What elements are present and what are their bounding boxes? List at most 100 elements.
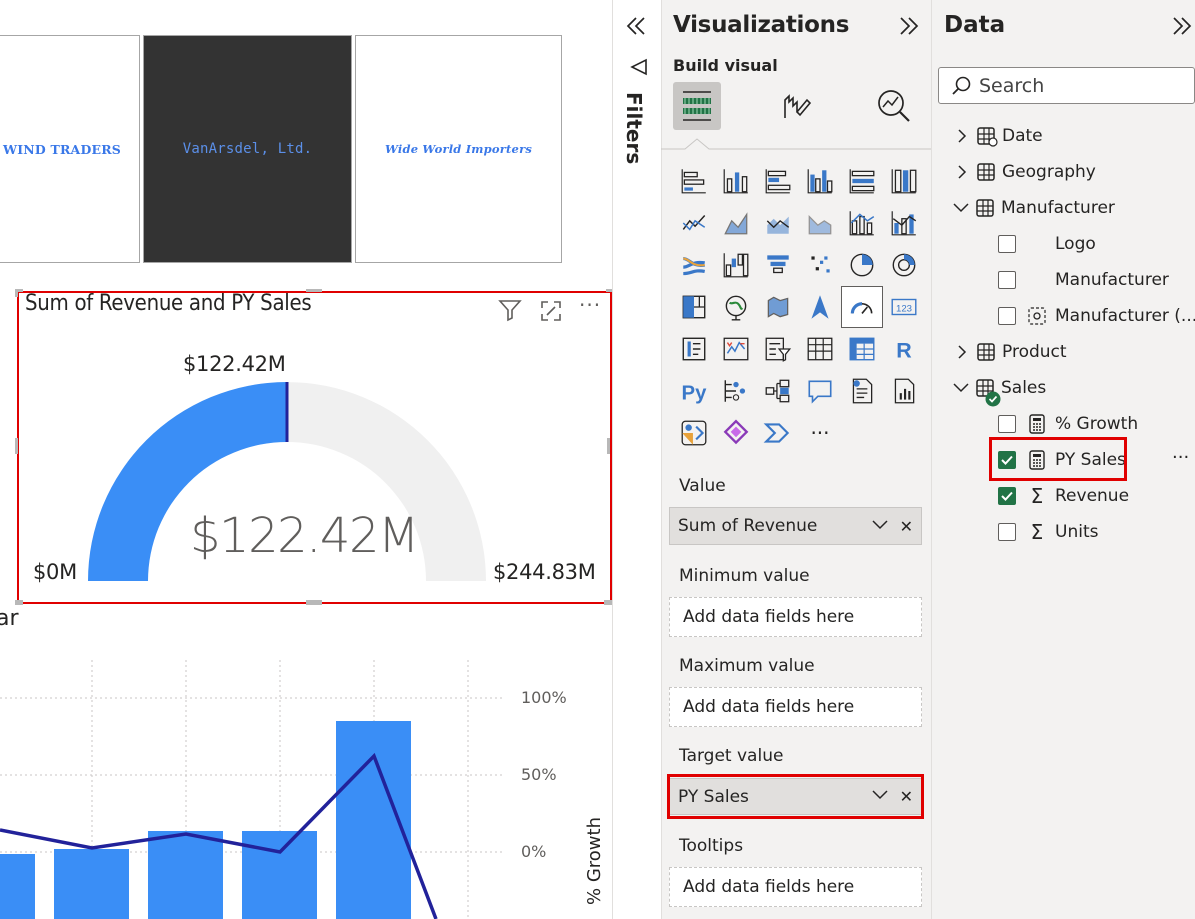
line-area-icon[interactable] [799,202,841,244]
clustered-column-icon[interactable] [799,160,841,202]
narrative-icon[interactable] [841,370,883,412]
card-icon[interactable]: 123 [883,286,925,328]
qa-icon[interactable] [799,370,841,412]
azure-map-icon[interactable] [799,286,841,328]
table-geography[interactable]: Geography [955,156,1096,188]
kpi-icon[interactable] [715,328,757,370]
field-checkbox[interactable] [998,271,1016,289]
stacked-column-icon[interactable] [715,160,757,202]
filled-map-icon[interactable] [757,286,799,328]
field-checkbox[interactable] [998,415,1016,433]
build-visual-tab[interactable] [673,82,721,130]
field-growth[interactable]: % Growth [1027,408,1138,440]
field-checkbox[interactable] [998,523,1016,541]
expand-double-chevron-icon[interactable] [897,14,921,42]
gauge-icon[interactable] [841,286,883,328]
gauge-target-label: $122.42M [183,352,286,376]
100-bar-icon[interactable] [841,160,883,202]
line-clustered-column-icon[interactable] [883,202,925,244]
well-placeholder: Add data fields here [683,877,855,897]
waterfall-icon[interactable] [715,244,757,286]
slicer-icon[interactable] [757,328,799,370]
table-product[interactable]: Product [955,336,1067,368]
build-visual-icon [683,91,711,121]
map-icon[interactable] [715,286,757,328]
ribbon-chart-icon[interactable] [673,244,715,286]
clustered-bar-icon[interactable] [757,160,799,202]
power-bi-icon[interactable] [757,412,799,454]
donut-chart-icon[interactable] [883,244,925,286]
chevron-down-icon[interactable] [871,515,889,538]
field-logo[interactable]: Logo [1055,228,1096,260]
matrix-icon[interactable] [841,328,883,370]
100-column-icon[interactable] [883,160,925,202]
treemap-icon[interactable] [673,286,715,328]
table-icon[interactable] [799,328,841,370]
value-field-well[interactable]: Sum of Revenue ✕ [669,507,922,545]
field-manufacturer-hierarchy[interactable]: Manufacturer (... [1027,300,1195,332]
highlight-box [989,437,1127,481]
stacked-area-icon[interactable] [757,202,799,244]
pie-chart-icon[interactable] [841,244,883,286]
line-column-icon[interactable] [841,202,883,244]
table-used-icon [975,377,1001,407]
funnel-icon[interactable] [757,244,799,286]
format-paintbrush-icon [784,94,812,118]
multi-row-card-icon[interactable] [673,328,715,370]
field-name: Units [1055,522,1099,542]
stacked-bar-icon[interactable] [673,160,715,202]
decomposition-tree-icon[interactable] [757,370,799,412]
well-placeholder: Add data fields here [683,607,855,627]
date-table-icon [977,127,998,147]
field-checkbox[interactable] [998,235,1016,253]
table-name: Product [1002,342,1067,362]
field-revenue[interactable]: Σ Revenue [1027,480,1129,512]
table-sales[interactable]: Sales [952,372,1046,407]
visual-type-gallery: 123 R Py ··· [673,160,917,454]
table-name: Geography [1002,162,1096,182]
well-label-minimum: Minimum value [679,566,810,586]
sigma-icon: Σ [1030,484,1044,508]
format-visual-tab[interactable] [771,82,819,130]
table-date[interactable]: Date [955,120,1043,152]
table-name: Manufacturer [1001,198,1115,218]
expand-double-chevron-icon[interactable] [1170,14,1194,42]
r-visual-icon[interactable]: R [883,328,925,370]
data-title: Data [944,12,1006,38]
field-name: Revenue [1055,486,1130,506]
table-icon [977,163,995,181]
minimum-value-well[interactable]: Add data fields here [669,597,922,637]
well-label-tooltips: Tooltips [679,836,744,856]
chevron-right-icon [958,345,967,359]
power-apps-icon[interactable] [673,412,715,454]
tooltips-well[interactable]: Add data fields here [669,867,922,907]
svg-text:Py: Py [682,383,708,405]
filters-label[interactable]: Filters [622,92,646,172]
maximum-value-well[interactable]: Add data fields here [669,687,922,727]
svg-text:123: 123 [896,303,912,314]
scatter-icon[interactable] [799,244,841,286]
combo-chart-title: ar [0,606,19,631]
remove-field-icon[interactable]: ✕ [900,517,913,536]
python-visual-icon[interactable]: Py [673,370,715,412]
hierarchy-icon [1028,307,1046,325]
table-manufacturer[interactable]: Manufacturer [952,192,1115,224]
chevron-down-icon [953,383,969,393]
field-checkbox-checked[interactable] [998,487,1016,505]
collapse-double-chevron-icon[interactable] [624,14,648,42]
field-units[interactable]: Σ Units [1027,516,1099,548]
power-automate-icon[interactable] [715,412,757,454]
analytics-magnifier-icon [878,90,910,122]
analytics-tab[interactable] [870,82,918,130]
well-field-name: Sum of Revenue [678,516,818,536]
field-checkbox[interactable] [998,307,1016,325]
data-search-input[interactable]: Search [938,67,1195,104]
line-chart-icon[interactable] [673,202,715,244]
area-chart-icon[interactable] [715,202,757,244]
paginated-report-icon[interactable] [883,370,925,412]
bar [54,849,129,919]
more-visuals-icon[interactable]: ··· [799,412,841,454]
field-more-options[interactable]: ··· [1172,447,1189,468]
key-influencers-icon[interactable] [715,370,757,412]
field-manufacturer[interactable]: Manufacturer [1055,264,1169,296]
